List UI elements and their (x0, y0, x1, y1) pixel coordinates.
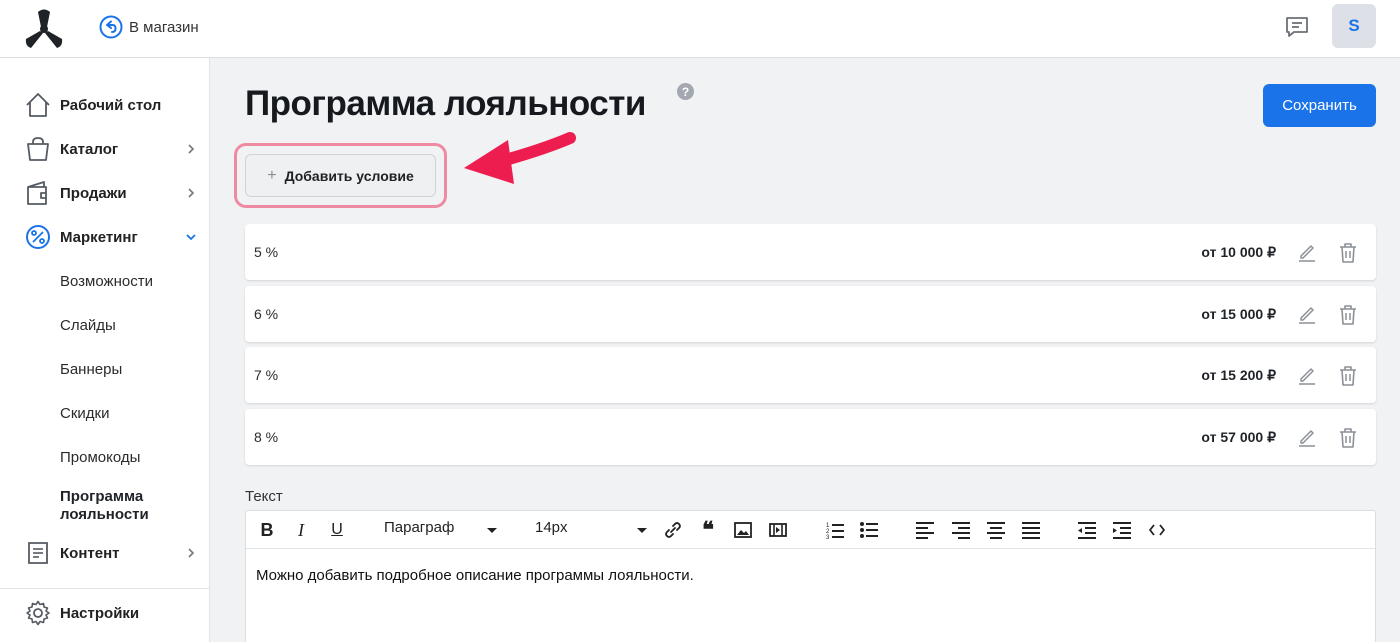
back-to-store-label: В магазин (129, 18, 199, 36)
ordered-list-icon[interactable]: 123 (825, 519, 845, 541)
sidebar-subitem-slides[interactable]: Слайды (60, 317, 116, 334)
editor-toolbar: B I U Параграф 14px ❝ 123 (246, 511, 1375, 549)
sidebar-item-label: Рабочий стол (60, 96, 162, 114)
rule-threshold: от 10 000 ₽ (1201, 244, 1276, 260)
gear-icon (26, 600, 50, 626)
text-field-label: Текст (245, 488, 283, 505)
sidebar-item-dashboard[interactable]: Рабочий стол (0, 87, 209, 123)
document-icon (28, 542, 48, 564)
underline-icon[interactable]: U (328, 519, 346, 541)
trash-icon[interactable] (1338, 304, 1358, 326)
percent-icon (26, 225, 50, 249)
caret-down-icon (637, 528, 647, 533)
edit-icon[interactable] (1297, 427, 1317, 447)
help-icon[interactable]: ? (677, 83, 694, 100)
rule-threshold: от 57 000 ₽ (1201, 429, 1276, 445)
italic-icon[interactable]: I (292, 519, 310, 541)
align-center-icon[interactable] (986, 519, 1006, 541)
add-condition-button[interactable]: + Добавить условие (245, 154, 436, 197)
quote-icon[interactable]: ❝ (698, 517, 718, 542)
page-title: Программа лояльности (245, 84, 646, 123)
rule-threshold: от 15 000 ₽ (1201, 306, 1276, 322)
loyalty-rule-row: 8 % от 57 000 ₽ (245, 409, 1376, 465)
rule-percent: 8 % (254, 429, 279, 445)
caret-down-icon (487, 528, 497, 533)
bullet-list-icon[interactable] (859, 519, 879, 541)
sidebar-subitem-promocodes[interactable]: Промокоды (60, 449, 140, 466)
sidebar-item-catalog[interactable]: Каталог (0, 131, 209, 167)
image-icon[interactable] (733, 519, 753, 541)
sidebar-item-label: Настройки (60, 604, 140, 622)
align-justify-icon[interactable] (1021, 519, 1041, 541)
format-select[interactable]: Параграф (384, 519, 454, 541)
back-to-store-link[interactable]: В магазин (99, 14, 199, 40)
sidebar-item-settings[interactable]: Настройки (0, 595, 209, 631)
bag-icon (27, 137, 49, 161)
sidebar: Рабочий стол Каталог Продажи Маркетинг В… (0, 58, 210, 642)
loyalty-rule-row: 5 % от 10 000 ₽ (245, 224, 1376, 280)
wallet-icon (27, 181, 47, 205)
avatar[interactable]: S (1332, 4, 1376, 48)
loyalty-rule-row: 6 % от 15 000 ₽ (245, 286, 1376, 342)
align-left-icon[interactable] (915, 519, 935, 541)
edit-icon[interactable] (1297, 304, 1317, 324)
sidebar-item-label: Контент (60, 544, 120, 562)
add-condition-label: Добавить условие (284, 167, 414, 184)
font-size-select[interactable]: 14px (535, 519, 568, 541)
sidebar-divider (0, 588, 209, 589)
back-arrow-icon (99, 15, 123, 39)
save-button[interactable]: Сохранить (1263, 84, 1376, 127)
trash-icon[interactable] (1338, 242, 1358, 264)
loyalty-rule-row: 7 % от 15 200 ₽ (245, 347, 1376, 403)
chat-icon[interactable] (1283, 13, 1311, 41)
callout-arrow-icon (464, 132, 576, 184)
sidebar-item-label: Маркетинг (60, 228, 138, 246)
sidebar-item-marketing[interactable]: Маркетинг (0, 219, 209, 255)
top-bar: В магазин S (0, 0, 1400, 58)
chevron-right-icon (188, 144, 195, 154)
rich-text-editor[interactable]: B I U Параграф 14px ❝ 123 Можно добавить… (245, 510, 1376, 642)
plus-icon: + (267, 166, 277, 184)
link-icon[interactable] (662, 519, 684, 541)
home-icon (26, 93, 50, 117)
code-icon[interactable] (1148, 519, 1166, 541)
sidebar-item-label: Каталог (60, 140, 119, 158)
rule-percent: 6 % (254, 306, 279, 322)
rule-threshold: от 15 200 ₽ (1201, 367, 1276, 383)
svg-text:3: 3 (826, 535, 830, 541)
bold-icon[interactable]: B (258, 519, 276, 541)
sidebar-item-label: Продажи (60, 184, 127, 202)
sidebar-subitem-features[interactable]: Возможности (60, 273, 153, 290)
rule-percent: 5 % (254, 244, 279, 260)
chevron-right-icon (188, 548, 195, 558)
outdent-icon[interactable] (1077, 519, 1097, 541)
logo-icon[interactable] (22, 8, 66, 48)
sidebar-subitem-loyalty[interactable]: Программа лояльности (60, 488, 190, 524)
sidebar-item-sales[interactable]: Продажи (0, 175, 209, 211)
editor-content[interactable]: Можно добавить подробное описание програ… (256, 567, 694, 584)
chevron-right-icon (188, 188, 195, 198)
sidebar-subitem-banners[interactable]: Баннеры (60, 361, 122, 378)
indent-icon[interactable] (1112, 519, 1132, 541)
edit-icon[interactable] (1297, 242, 1317, 262)
chevron-down-icon (186, 234, 196, 241)
sidebar-subitem-discounts[interactable]: Скидки (60, 405, 109, 422)
rule-percent: 7 % (254, 367, 279, 383)
trash-icon[interactable] (1338, 427, 1358, 449)
video-icon[interactable] (768, 519, 788, 541)
align-right-icon[interactable] (951, 519, 971, 541)
edit-icon[interactable] (1297, 365, 1317, 385)
sidebar-item-content[interactable]: Контент (0, 535, 209, 571)
trash-icon[interactable] (1338, 365, 1358, 387)
